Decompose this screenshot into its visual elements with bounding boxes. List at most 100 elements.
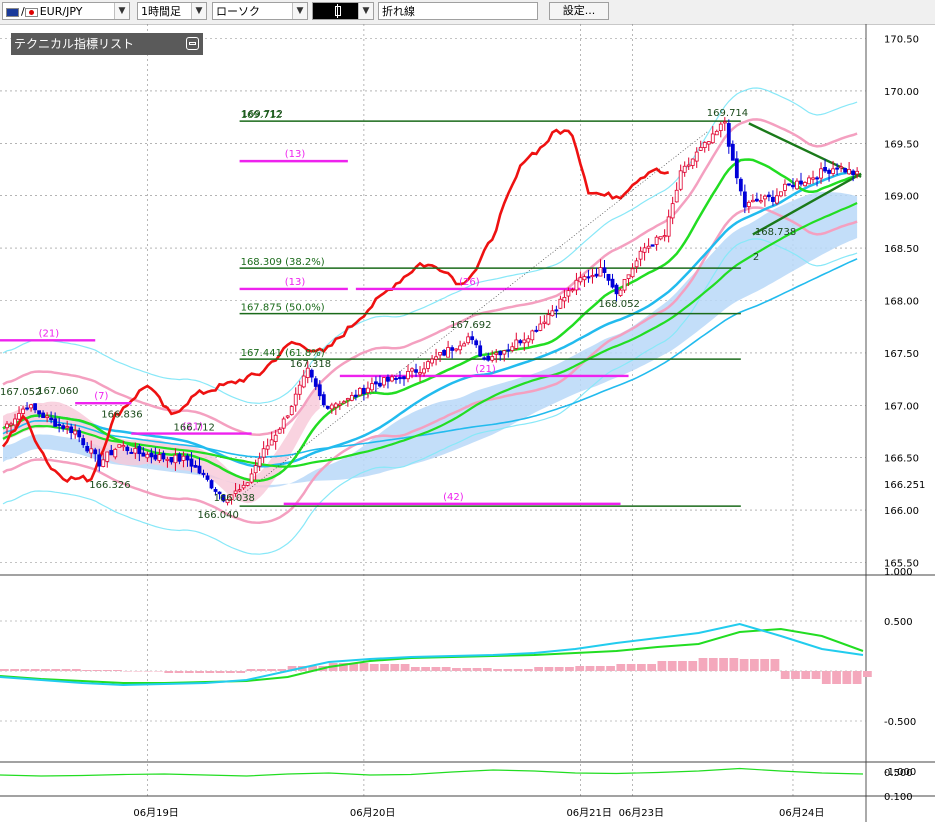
candle-body xyxy=(839,166,843,169)
histogram-bar xyxy=(113,670,122,671)
line-mode-select[interactable]: 折れ線 xyxy=(378,2,538,20)
candle-body xyxy=(823,167,827,172)
candle-body xyxy=(791,184,795,188)
price-label: 167.692 xyxy=(450,320,491,331)
x-tick-label: 06月21日 xyxy=(566,807,611,819)
histogram-bar xyxy=(749,659,759,671)
candle-body xyxy=(29,404,33,409)
timeframe-select[interactable]: 1時間足 ▼ xyxy=(137,2,207,20)
candle-body xyxy=(714,130,719,136)
candle-body xyxy=(390,376,394,382)
candle-body xyxy=(718,123,723,131)
candle-body xyxy=(317,384,322,397)
period-label: (21) xyxy=(39,328,60,339)
histogram-bar xyxy=(863,671,872,677)
histogram-bar xyxy=(236,671,246,673)
candle-body xyxy=(57,423,62,426)
candle-body xyxy=(498,350,503,356)
y-tick-label: 166.251 xyxy=(884,480,925,491)
candle-body xyxy=(590,275,595,278)
candle-body xyxy=(566,290,571,297)
y-tick-label: 168.00 xyxy=(884,297,919,308)
candle-body xyxy=(642,247,647,253)
y-tick-label: 168.50 xyxy=(884,244,919,255)
period-label: (42) xyxy=(443,492,464,503)
y-tick-label: 169.50 xyxy=(884,139,919,150)
histogram-bar xyxy=(523,669,533,671)
candle-body xyxy=(546,314,551,325)
candle-body xyxy=(570,289,575,292)
candle-body xyxy=(807,177,811,185)
candle-body xyxy=(361,387,366,395)
y-tick-label: 1.000 xyxy=(884,567,913,578)
candle-body xyxy=(430,358,434,364)
candle-body xyxy=(289,406,294,416)
currency-pair-select[interactable]: / EUR/JPY ▼ xyxy=(2,2,130,20)
histogram-bar xyxy=(595,666,605,671)
candle-body xyxy=(410,368,414,372)
candle-body xyxy=(767,194,771,198)
fib-label: 168.309 (38.2%) xyxy=(241,257,325,268)
price-label: 169.714 xyxy=(707,108,748,119)
chart-type-select[interactable]: ローソク ▼ xyxy=(212,2,308,20)
candle-body xyxy=(594,273,599,277)
candle-body xyxy=(414,369,418,373)
histogram-bar xyxy=(678,661,687,671)
candle-body xyxy=(125,446,130,452)
minimize-icon[interactable] xyxy=(186,37,199,50)
candle-body xyxy=(799,180,803,185)
candle-body xyxy=(779,191,783,197)
candle-body xyxy=(474,340,479,346)
candle-body xyxy=(646,245,651,249)
candle-body xyxy=(398,377,402,380)
candle-body xyxy=(69,426,74,434)
price-label: 167.060 xyxy=(37,386,78,397)
candle-body xyxy=(33,403,37,411)
candle-body xyxy=(333,403,338,408)
candle-body xyxy=(706,141,711,145)
jp-flag-icon xyxy=(24,7,38,17)
histogram-bar xyxy=(20,669,30,671)
y-tick-label: -0.500 xyxy=(884,717,916,728)
candle-body xyxy=(502,350,507,355)
price-label: 166.836 xyxy=(101,409,142,420)
candle-body xyxy=(366,387,370,394)
candle-body xyxy=(783,183,787,191)
x-tick-label: 06月24日 xyxy=(779,807,824,819)
candle-body xyxy=(89,448,94,454)
candle-body xyxy=(490,356,495,361)
y-tick-label: 0.500 xyxy=(884,768,913,779)
candle-body xyxy=(835,167,839,170)
candle-body xyxy=(686,164,691,167)
candle-body xyxy=(370,383,374,391)
histogram-bar xyxy=(431,667,441,671)
candle-body xyxy=(811,177,815,180)
histogram-bar xyxy=(852,671,862,684)
candle-style-icon xyxy=(335,6,341,16)
candle-body xyxy=(309,369,314,378)
candle-body xyxy=(201,472,206,475)
candle-body xyxy=(394,377,398,380)
candle-body xyxy=(698,147,703,151)
candle-body xyxy=(73,430,78,435)
candle-body xyxy=(478,345,483,357)
histogram-bar xyxy=(780,671,790,679)
histogram-bar xyxy=(493,669,502,671)
candle-style-select[interactable]: ▼ xyxy=(312,2,374,20)
candle-body xyxy=(438,352,442,356)
candle-body xyxy=(145,453,150,459)
indicator-list-panel[interactable]: テクニカル指標リスト xyxy=(11,33,203,55)
histogram-bar xyxy=(41,669,50,671)
price-label: 166.326 xyxy=(89,480,130,491)
indicator-list-title: テクニカル指標リスト xyxy=(14,37,135,51)
histogram-bar xyxy=(61,669,71,671)
period-label: (13) xyxy=(285,277,306,288)
candle-body xyxy=(815,177,819,180)
candle-body xyxy=(81,438,86,446)
candle-body xyxy=(422,368,426,374)
histogram-bar xyxy=(133,671,143,672)
settings-button[interactable]: 設定... xyxy=(549,2,609,20)
period-label: (7) xyxy=(94,391,108,402)
candle-body xyxy=(843,168,847,173)
y-tick-label: 167.50 xyxy=(884,349,919,360)
